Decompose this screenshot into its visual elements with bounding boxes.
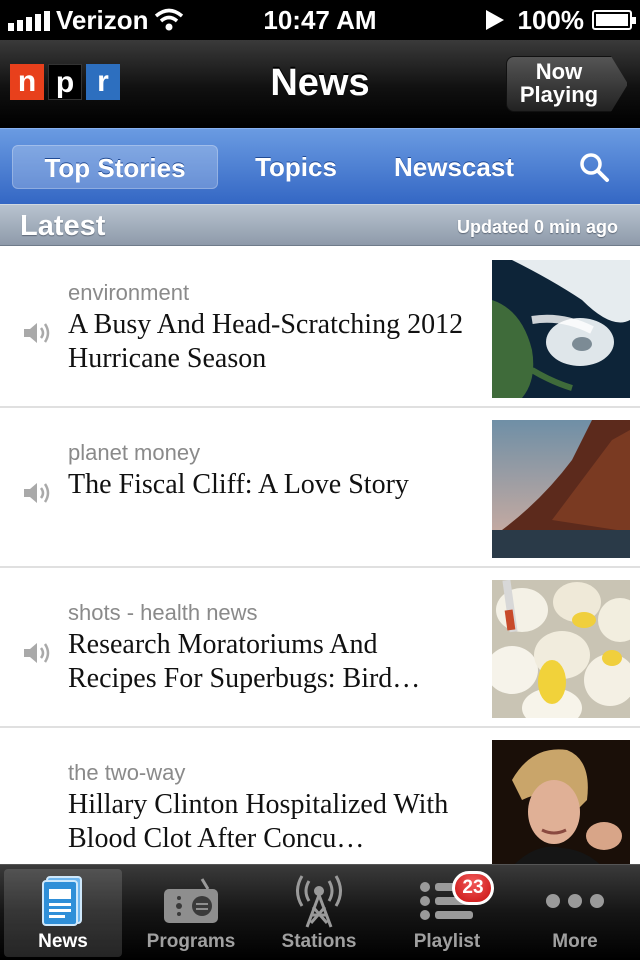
play-status-icon bbox=[485, 10, 504, 30]
story-topic: the two-way bbox=[68, 760, 186, 785]
radio-icon bbox=[164, 878, 218, 923]
nav-bar: n p r News Now Playing bbox=[0, 40, 640, 128]
story-row[interactable]: shots - health news Research Moratoriums… bbox=[0, 568, 640, 728]
bottom-tab-bar: News Programs Stations 23 Playlist More bbox=[0, 864, 640, 960]
status-right: 100% bbox=[485, 0, 636, 40]
search-icon[interactable] bbox=[578, 151, 610, 183]
story-topic: environment bbox=[68, 280, 190, 305]
tab-playlist-label: Playlist bbox=[413, 931, 481, 952]
more-icon bbox=[546, 894, 604, 908]
story-topic: shots - health news bbox=[68, 600, 258, 625]
tab-more[interactable]: More bbox=[516, 869, 634, 957]
now-playing-line2: Playing bbox=[519, 82, 599, 107]
playlist-count-badge: 23 bbox=[452, 871, 494, 905]
story-thumbnail[interactable] bbox=[492, 580, 630, 718]
status-bar: Verizon 10:47 AM 100% bbox=[0, 0, 640, 40]
now-playing-button[interactable]: Now Playing bbox=[506, 56, 628, 112]
tab-top-stories[interactable]: Top Stories bbox=[12, 145, 218, 189]
speaker-icon[interactable] bbox=[22, 320, 54, 346]
speaker-icon[interactable] bbox=[22, 640, 54, 666]
now-playing-line1: Now bbox=[535, 59, 583, 84]
story-headline[interactable]: Research Moratoriums And Recipes For Sup… bbox=[68, 628, 468, 696]
tab-programs[interactable]: Programs bbox=[132, 869, 250, 957]
hurricane-satellite-image bbox=[492, 260, 630, 398]
battery-percent: 100% bbox=[517, 4, 585, 35]
story-headline[interactable]: A Busy And Head-Scratching 2012 Hurrican… bbox=[68, 308, 468, 376]
story-topic: planet money bbox=[68, 440, 201, 465]
tab-stations[interactable]: Stations bbox=[260, 869, 378, 957]
section-title: Latest bbox=[20, 210, 106, 242]
story-headline[interactable]: Hillary Clinton Hospitalized With Blood … bbox=[68, 788, 468, 856]
section-tabs: Top Stories Topics Newscast bbox=[0, 128, 640, 204]
speaker-icon[interactable] bbox=[22, 480, 54, 506]
tab-more-label: More bbox=[552, 931, 598, 952]
updated-timestamp: Updated 0 min ago bbox=[456, 217, 618, 237]
now-playing-label: Now Playing bbox=[506, 60, 612, 106]
story-row[interactable]: planet money The Fiscal Cliff: A Love St… bbox=[0, 408, 640, 568]
tab-newscast[interactable]: Newscast bbox=[378, 145, 530, 189]
tab-stations-label: Stations bbox=[281, 931, 357, 952]
tab-news-label: News bbox=[38, 931, 88, 952]
news-icon bbox=[42, 876, 82, 926]
hillary-clinton-photo bbox=[492, 740, 630, 878]
tab-news[interactable]: News bbox=[4, 869, 122, 957]
tab-topics[interactable]: Topics bbox=[236, 145, 356, 189]
antenna-icon bbox=[296, 875, 342, 928]
story-row[interactable]: environment A Busy And Head-Scratching 2… bbox=[0, 248, 640, 408]
tab-playlist[interactable]: 23 Playlist bbox=[388, 869, 506, 957]
tab-programs-label: Programs bbox=[146, 931, 236, 952]
battery-icon bbox=[592, 10, 636, 30]
latest-section-header: Latest Updated 0 min ago bbox=[0, 204, 640, 246]
story-thumbnail[interactable] bbox=[492, 260, 630, 398]
cliff-over-water-image bbox=[492, 420, 630, 558]
eggs-injection-image bbox=[492, 580, 630, 718]
story-thumbnail[interactable] bbox=[492, 420, 630, 558]
story-headline[interactable]: The Fiscal Cliff: A Love Story bbox=[68, 468, 468, 502]
story-thumbnail[interactable] bbox=[492, 740, 630, 878]
